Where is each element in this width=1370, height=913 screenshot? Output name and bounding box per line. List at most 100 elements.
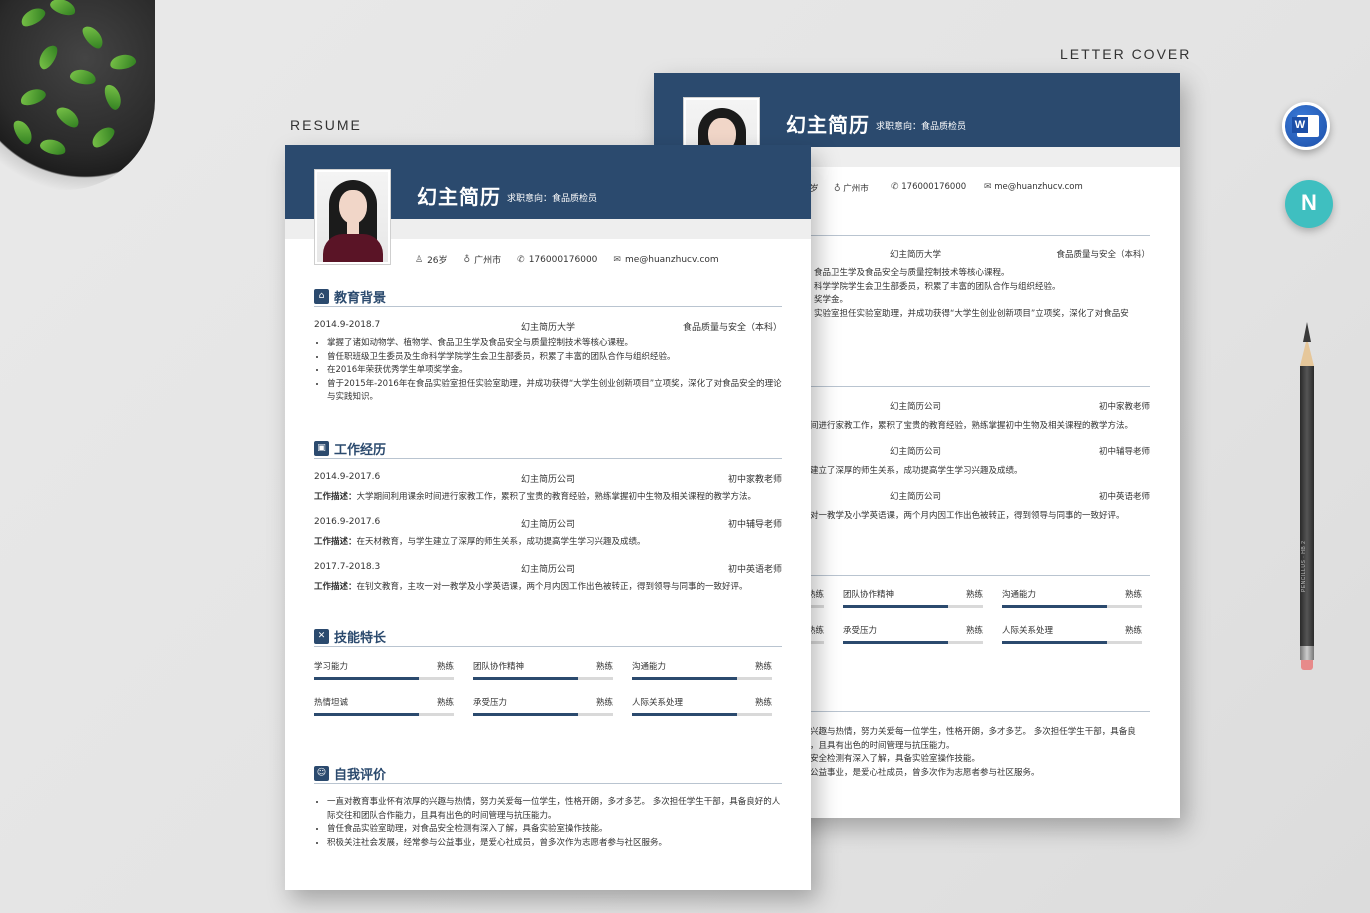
n-letter-icon: N bbox=[1301, 190, 1317, 215]
education-bullets: 掌握了诸如动物学、植物学、食品卫生学及食品安全与质量控制技术等核心课程。 曾任职… bbox=[314, 337, 782, 405]
work-role: 初中家教老师 bbox=[1098, 402, 1150, 412]
eval-line: ，且具有出色的时间管理与抗压能力。 bbox=[810, 741, 955, 751]
section-title: 工作经历 bbox=[334, 443, 387, 458]
location-icon: ♁ bbox=[463, 254, 471, 265]
skill-item: 承受压力 熟练 bbox=[473, 696, 613, 716]
list-item: 曾于2015年-2016年在食品实验室担任实验室助理，并成功获得“大学生创业创新… bbox=[327, 378, 782, 405]
word-letter-icon: W bbox=[1292, 117, 1308, 133]
edu-line: 科学学院学生会卫生部委员，积累了丰富的团队合作与组织经验。 bbox=[814, 282, 1061, 292]
edu-line: 奖学金。 bbox=[814, 295, 849, 305]
work-description: 工作描述：大学期间利用课余时间进行家教工作，累积了宝贵的教育经验，熟练掌握初中生… bbox=[314, 492, 757, 502]
graduation-cap-icon: ⌂ bbox=[314, 289, 329, 304]
tools-icon: ✕ bbox=[314, 629, 329, 644]
skill-item: 热情坦诚 熟练 bbox=[314, 696, 454, 716]
edu-line: 实验室担任实验室助理，并成功获得“大学生创业创新项目”立项奖，深化了对食品安 bbox=[814, 309, 1129, 319]
list-item: 积极关注社会发展，经常参与公益事业，是爱心社成员，曾多次作为志愿者参与社区服务。 bbox=[327, 837, 782, 851]
edu-line: 食品卫生学及食品安全与质量控制技术等核心课程。 bbox=[814, 268, 1010, 278]
edu-major: 食品质量与安全（本科） bbox=[682, 323, 782, 333]
work-role: 初中家教老师 bbox=[727, 475, 782, 485]
list-item: 曾任职班级卫生委员及生命科学学院学生会卫生部委员，积累了丰富的团队合作与组织经验… bbox=[327, 351, 782, 365]
phone-icon: ✆ bbox=[891, 182, 899, 192]
candidate-name: 幻主简历 bbox=[786, 113, 870, 137]
work-period: 2017.7-2018.3 bbox=[314, 562, 381, 572]
skill-item: 人际关系处理 熟练 bbox=[1002, 624, 1142, 644]
section-title: 自我评价 bbox=[334, 768, 387, 783]
self-eval-section-header: ☺ 自我评价 bbox=[314, 764, 782, 784]
section-title: 教育背景 bbox=[334, 291, 387, 306]
work-company: 幻主简历公司 bbox=[890, 447, 942, 457]
list-item: 一直对教育事业怀有浓厚的兴趣与热情，努力关爱每一位学生，性格开朗，多才多艺。 多… bbox=[327, 796, 782, 823]
job-intent: 求职意向：食品质检员 bbox=[876, 122, 967, 132]
edu-major: 食品质量与安全（本科） bbox=[1056, 250, 1150, 260]
resume-sheet[interactable]: 幻主简历 求职意向：食品质检员 ♙ 26岁 ♁ 广州市 ✆ 176000176000 … bbox=[285, 145, 811, 890]
mail-icon: ✉ bbox=[613, 254, 621, 265]
word-app-icon[interactable]: W bbox=[1282, 102, 1330, 150]
age-item: ♙ 26岁 bbox=[415, 254, 448, 267]
skill-item: 承受压力 熟练 bbox=[843, 624, 983, 644]
work-company: 幻主简历公司 bbox=[890, 492, 942, 502]
work-role: 初中英语老师 bbox=[727, 565, 782, 575]
pencil-tip bbox=[1303, 322, 1311, 342]
education-section-header: ⌂ 教育背景 bbox=[314, 287, 782, 307]
work-desc: 建立了深厚的师生关系，成功提高学生学习兴趣及成绩。 bbox=[810, 466, 1023, 476]
briefcase-icon: ▣ bbox=[314, 441, 329, 456]
email-item: ✉ me@huanzhucv.com bbox=[613, 254, 719, 265]
edu-school: 幻主简历大学 bbox=[521, 323, 576, 333]
work-company: 幻主简历公司 bbox=[521, 565, 576, 575]
email: ✉ me@huanzhucv.com bbox=[984, 182, 1083, 192]
location-icon: ♁ bbox=[834, 184, 841, 194]
mail-icon: ✉ bbox=[984, 182, 992, 192]
work-desc: 对一教学及小学英语课，两个月内因工作出色被转正，得到领导与同事的一致好评。 bbox=[810, 511, 1125, 521]
profile-photo bbox=[314, 169, 391, 265]
section-title: 技能特长 bbox=[334, 631, 387, 646]
potted-plant-decoration bbox=[0, 0, 170, 195]
city-item: ♁ 广州市 bbox=[463, 254, 502, 267]
list-item: 掌握了诸如动物学、植物学、食品卫生学及食品安全与质量控制技术等核心课程。 bbox=[327, 337, 782, 351]
self-eval-bullets: 一直对教育事业怀有浓厚的兴趣与热情，努力关爱每一位学生，性格开朗，多才多艺。 多… bbox=[314, 796, 782, 850]
work-desc: 间进行家教工作，累积了宝贵的教育经验，熟练掌握初中生物及相关课程的教学方法。 bbox=[810, 421, 1134, 431]
eval-line: 公益事业，是爱心社成员，曾多次作为志愿者参与社区服务。 bbox=[810, 768, 1040, 778]
city: ♁ 广州市 bbox=[834, 184, 869, 194]
list-item: 在2016年荣获优秀学生单项奖学金。 bbox=[327, 364, 782, 378]
job-intent: 求职意向：食品质检员 bbox=[507, 194, 598, 204]
work-company: 幻主简历公司 bbox=[890, 402, 942, 412]
skills-section-header: ✕ 技能特长 bbox=[314, 627, 782, 647]
work-role: 初中英语老师 bbox=[1098, 492, 1150, 502]
resume-caption: RESUME bbox=[290, 117, 362, 133]
contact-info-row: ♙ 26岁 ♁ 广州市 ✆ 176000176000 ✉ me@huanzhucv.co… bbox=[415, 253, 719, 267]
pencil-cone bbox=[1300, 338, 1314, 366]
work-role: 初中辅导老师 bbox=[727, 520, 782, 530]
work-section-header: ▣ 工作经历 bbox=[314, 439, 782, 459]
work-period: 2014.9-2017.6 bbox=[314, 472, 381, 482]
pencil-ferrule bbox=[1300, 646, 1314, 660]
pencil-decoration: PENCILLUS · HB 2 bbox=[1299, 322, 1315, 672]
eval-line: 安全检测有深入了解，具备实验室操作技能。 bbox=[810, 754, 981, 764]
phone-icon: ✆ bbox=[517, 254, 525, 265]
work-period: 2016.9-2017.6 bbox=[314, 517, 381, 527]
pencil-eraser bbox=[1301, 660, 1313, 670]
candidate-name: 幻主简历 bbox=[417, 185, 501, 209]
pencil-brand: PENCILLUS · HB 2 bbox=[1301, 540, 1307, 592]
letter-cover-caption: LETTER COVER bbox=[1060, 46, 1192, 62]
phone-item: ✆ 176000176000 bbox=[517, 254, 598, 265]
edu-school: 幻主简历大学 bbox=[890, 250, 942, 260]
work-company: 幻主简历公司 bbox=[521, 475, 576, 485]
work-description: 工作描述：在钊文教育，主攻一对一教学及小学英语课，两个月内因工作出色被转正，得到… bbox=[314, 582, 748, 592]
skill-item: 沟通能力 熟练 bbox=[632, 660, 772, 680]
age: 岁 bbox=[810, 184, 819, 194]
work-description: 工作描述：在天材教育，与学生建立了深厚的师生关系，成功提高学生学习兴趣及成绩。 bbox=[314, 537, 646, 547]
person-card-icon: ☺ bbox=[314, 766, 329, 781]
n-app-icon[interactable]: N bbox=[1285, 180, 1333, 228]
edu-period: 2014.9-2018.7 bbox=[314, 320, 381, 330]
phone: ✆ 176000176000 bbox=[891, 182, 967, 192]
skill-item: 团队协作精神 熟练 bbox=[473, 660, 613, 680]
person-icon: ♙ bbox=[415, 254, 424, 265]
work-role: 初中辅导老师 bbox=[1098, 447, 1150, 457]
list-item: 曾任食品实验室助理，对食品安全检测有深入了解，具备实验室操作技能。 bbox=[327, 823, 782, 837]
skill-item: 沟通能力 熟练 bbox=[1002, 588, 1142, 608]
work-company: 幻主简历公司 bbox=[521, 520, 576, 530]
eval-line: 兴趣与热情，努力关爱每一位学生，性格开朗，多才多艺。 多次担任学生干部，具备良 bbox=[810, 727, 1136, 737]
skill-item: 人际关系处理 熟练 bbox=[632, 696, 772, 716]
skill-item: 学习能力 熟练 bbox=[314, 660, 454, 680]
skill-item: 团队协作精神 熟练 bbox=[843, 588, 983, 608]
